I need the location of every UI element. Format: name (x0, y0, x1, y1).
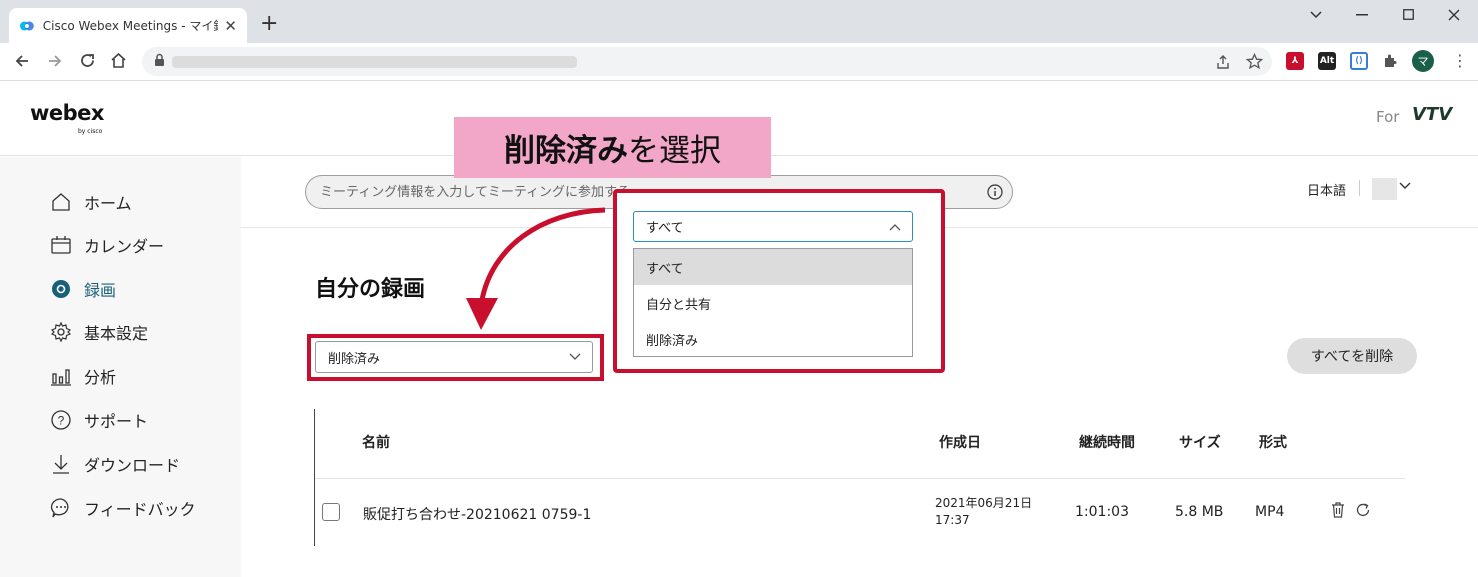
maximize-icon[interactable] (1403, 9, 1414, 20)
address-bar[interactable] (142, 47, 1272, 76)
forward-icon[interactable] (47, 53, 63, 69)
dropdown-selected-value: すべて (646, 221, 684, 236)
column-header-size[interactable]: サイズ (1179, 432, 1221, 452)
gear-icon (50, 321, 72, 343)
home-browser-icon[interactable] (110, 52, 127, 69)
sidebar: ホーム カレンダー 録画 基本設定 分析 ? サポート ダウンロード フィードバ… (0, 157, 241, 577)
dropdown-select-open[interactable]: すべて (633, 211, 913, 242)
calendar-icon (51, 236, 71, 254)
dropdown-options-list: すべて 自分と共有 削除済み (633, 248, 913, 357)
recording-format: MP4 (1255, 504, 1285, 520)
tab-close-icon[interactable]: ✕ (224, 17, 237, 35)
share-icon[interactable] (1215, 54, 1231, 70)
recording-filter-select[interactable]: 削除済み (315, 341, 593, 373)
org-logo: VTV (1412, 104, 1453, 125)
recording-time: 17:37 (935, 513, 970, 527)
column-header-format[interactable]: 形式 (1259, 432, 1287, 452)
reader-extension-icon[interactable]: ⟨⟩ (1350, 52, 1368, 70)
chevron-down-icon (569, 353, 581, 360)
for-label: For (1376, 108, 1400, 126)
reload-icon[interactable] (79, 52, 96, 69)
column-header-duration[interactable]: 継続時間 (1079, 432, 1135, 452)
sidebar-item-settings[interactable]: 基本設定 (50, 320, 148, 344)
extensions-puzzle-icon[interactable] (1382, 53, 1398, 69)
browser-menu-icon[interactable]: ⋮ (1452, 51, 1468, 70)
sidebar-item-home[interactable]: ホーム (50, 190, 132, 214)
annotation-bold-text: 削除済み (504, 133, 628, 169)
restore-icon[interactable] (1355, 502, 1371, 518)
alt-extension-icon[interactable]: Alt (1318, 52, 1336, 70)
dropdown-option-all[interactable]: すべて (634, 249, 912, 285)
sidebar-item-download[interactable]: ダウンロード (50, 452, 180, 476)
table-header-separator (315, 478, 1405, 479)
column-header-created[interactable]: 作成日 (939, 432, 981, 452)
analytics-icon (51, 369, 71, 386)
tab-title: Cisco Webex Meetings - マイ録画 (42, 19, 219, 33)
lock-icon (155, 53, 164, 66)
bookmark-star-icon[interactable] (1246, 53, 1263, 70)
page-title: 自分の録画 (315, 277, 426, 302)
dropdown-option-shared[interactable]: 自分と共有 (634, 285, 912, 321)
browser-toolbar: ⅄ Alt ⟨⟩ マ ⋮ (0, 43, 1478, 81)
sidebar-item-support[interactable]: ? サポート (50, 408, 148, 432)
pdf-extension-icon[interactable]: ⅄ (1286, 52, 1304, 70)
download-icon (53, 455, 69, 474)
sidebar-item-recordings[interactable]: 録画 (50, 277, 116, 301)
annotation-rest-text: を選択 (628, 133, 721, 169)
info-icon[interactable] (987, 184, 1003, 200)
language-selector[interactable]: 日本語 (1307, 180, 1346, 199)
recording-duration: 1:01:03 (1075, 504, 1129, 520)
row-checkbox[interactable] (322, 503, 340, 521)
feedback-icon (50, 498, 69, 518)
webex-favicon-icon (19, 21, 34, 30)
annotation-callout: 削除済み を選択 (454, 117, 771, 178)
tab-search-icon[interactable] (1309, 10, 1323, 20)
trash-icon[interactable] (1331, 502, 1345, 518)
blurred-url (172, 56, 577, 68)
recording-icon (52, 280, 70, 298)
chevron-down-icon[interactable] (1398, 181, 1412, 191)
close-window-icon[interactable] (1448, 9, 1460, 21)
minimize-icon[interactable] (1356, 14, 1368, 16)
svg-text:?: ? (58, 414, 65, 428)
delete-all-button[interactable]: すべてを削除 (1287, 338, 1417, 374)
webex-logo[interactable]: webex by cisco (30, 101, 104, 135)
home-icon (52, 193, 70, 211)
browser-tab[interactable]: Cisco Webex Meetings - マイ録画 ✕ (9, 8, 247, 43)
sidebar-item-analytics[interactable]: 分析 (50, 364, 116, 388)
browser-tab-bar: Cisco Webex Meetings - マイ録画 ✕ + (0, 0, 1478, 43)
user-avatar-blurred[interactable] (1372, 178, 1397, 200)
header-divider (1359, 180, 1360, 196)
new-tab-icon[interactable]: + (260, 13, 278, 35)
chevron-up-icon (889, 224, 901, 231)
sidebar-item-calendar[interactable]: カレンダー (50, 233, 164, 257)
recording-name-link[interactable]: 販促打ち合わせ-20210621 0759-1 (363, 504, 591, 524)
column-header-name[interactable]: 名前 (362, 432, 390, 452)
profile-avatar[interactable]: マ (1412, 50, 1434, 72)
recording-size: 5.8 MB (1175, 504, 1224, 520)
sidebar-item-feedback[interactable]: フィードバック (50, 496, 196, 520)
back-icon[interactable] (14, 53, 30, 69)
filter-selected-value: 削除済み (328, 351, 381, 367)
recording-date: 2021年06月21日 (935, 496, 1033, 510)
help-icon: ? (51, 410, 71, 430)
dropdown-option-deleted[interactable]: 削除済み (634, 321, 912, 357)
